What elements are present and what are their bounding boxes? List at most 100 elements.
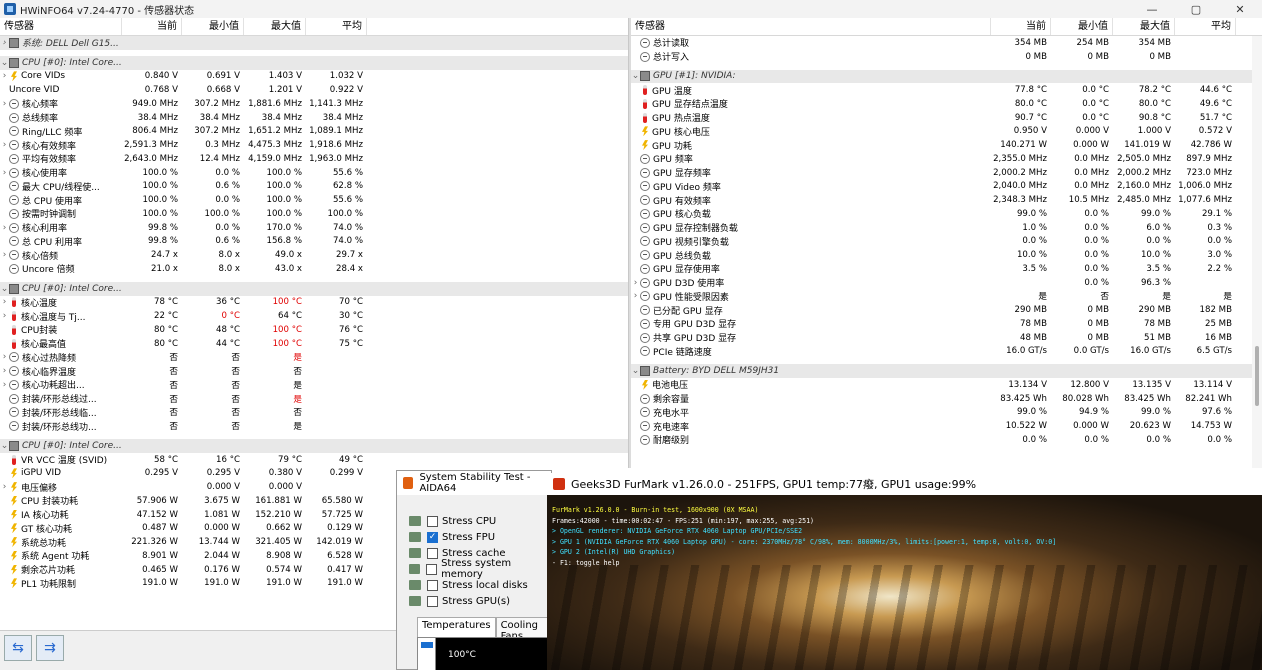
sensor-row[interactable]: › 核心倍频 24.7 x 8.0 x 49.0 x 29.7 x: [0, 248, 628, 262]
stress-checkbox[interactable]: [426, 563, 438, 575]
sensor-row[interactable]: 封装/环形总线过... 否 否 是: [0, 392, 628, 406]
expand-chevron-icon[interactable]: ›: [0, 482, 9, 492]
sensor-row[interactable]: GPU 总线负载 10.0 % 0.0 % 10.0 % 3.0 %: [631, 248, 1262, 262]
sensor-row[interactable]: 电池电压 13.134 V 12.800 V 13.135 V 13.114 V: [631, 378, 1262, 392]
layout-button[interactable]: ⇉: [36, 635, 64, 661]
sensor-row[interactable]: 共享 GPU D3D 显存 48 MB 0 MB 51 MB 16 MB: [631, 331, 1262, 345]
stress-option[interactable]: Stress system memory: [409, 558, 551, 580]
sensor-row[interactable]: 专用 GPU D3D 显存 78 MB 0 MB 78 MB 25 MB: [631, 317, 1262, 331]
sensor-row[interactable]: GPU 核心负载 99.0 % 0.0 % 99.0 % 29.1 %: [631, 207, 1262, 221]
sensor-row[interactable]: 按需时钟调制 100.0 % 100.0 % 100.0 % 100.0 %: [0, 207, 628, 221]
sensor-row[interactable]: GPU 功耗 140.271 W 0.000 W 141.019 W 42.786 W: [631, 138, 1262, 152]
sensor-row[interactable]: › 核心功耗超出... 否 否 是: [0, 378, 628, 392]
sensor-row[interactable]: Ring/LLC 频率 806.4 MHz 307.2 MHz 1,651.2 MHz…: [0, 125, 628, 139]
sensor-row[interactable]: › GPU D3D 使用率 0.0 % 96.3 %: [631, 276, 1262, 290]
sensor-row[interactable]: 总线频率 38.4 MHz 38.4 MHz 38.4 MHz 38.4 MHz: [0, 111, 628, 125]
furmark-window[interactable]: Geeks3D FurMark v1.26.0.0 - 251FPS, GPU1…: [547, 473, 1262, 670]
sensor-row[interactable]: GPU 显存频率 2,000.2 MHz 0.0 MHz 2,000.2 MHz 723…: [631, 166, 1262, 180]
column-current[interactable]: 当前: [122, 18, 182, 35]
expand-chevron-icon[interactable]: ⌄: [631, 71, 640, 81]
sensor-row[interactable]: 耐磨级别 0.0 % 0.0 % 0.0 % 0.0 %: [631, 433, 1262, 447]
sensor-row[interactable]: GPU 核心电压 0.950 V 0.000 V 1.000 V 0.572 V: [631, 125, 1262, 139]
sensor-group-header[interactable]: ⌄ GPU [#1]: NVIDIA:: [631, 69, 1262, 84]
sensor-row[interactable]: GPU 热点温度 90.7 °C 0.0 °C 90.8 °C 51.7 °C: [631, 111, 1262, 125]
sensor-group-header[interactable]: › 系统: DELL Dell G15...: [0, 36, 628, 50]
sensor-row[interactable]: › 核心临界温度 否 否 否: [0, 364, 628, 378]
column-current-right[interactable]: 当前: [991, 18, 1051, 35]
sensor-row[interactable]: GPU 显存使用率 3.5 % 0.0 % 3.5 % 2.2 %: [631, 262, 1262, 276]
stress-checkbox[interactable]: ✓: [427, 531, 438, 543]
expand-chevron-icon[interactable]: ⌄: [0, 284, 9, 294]
expand-chevron-icon[interactable]: ›: [0, 71, 9, 81]
sensor-row[interactable]: 已分配 GPU 显存 290 MB 0 MB 290 MB 182 MB: [631, 303, 1262, 317]
sensor-row[interactable]: 平均有效频率 2,643.0 MHz 12.4 MHz 4,159.0 MHz 1,96…: [0, 152, 628, 166]
column-sensor[interactable]: 传感器: [0, 18, 122, 35]
sensor-row[interactable]: GPU 视频引擎负载 0.0 % 0.0 % 0.0 % 0.0 %: [631, 235, 1262, 249]
column-min[interactable]: 最小值: [182, 18, 244, 35]
column-max-right[interactable]: 最大值: [1113, 18, 1175, 35]
swap-panes-button[interactable]: ⇆: [4, 635, 32, 661]
expand-chevron-icon[interactable]: ›: [0, 140, 9, 150]
sensor-row[interactable]: 充电水平 99.0 % 94.9 % 99.0 % 97.6 %: [631, 406, 1262, 420]
sensor-row[interactable]: › 核心过热降频 否 否 是: [0, 351, 628, 365]
sensor-group-header[interactable]: ⌄ CPU [#0]: Intel Core...: [0, 439, 628, 453]
sensor-row[interactable]: › GPU 性能受限因素 是 否 是 是: [631, 290, 1262, 304]
expand-chevron-icon[interactable]: ›: [0, 250, 9, 260]
column-avg[interactable]: 平均: [306, 18, 367, 35]
column-min-right[interactable]: 最小值: [1051, 18, 1113, 35]
sensor-row[interactable]: Uncore VID 0.768 V 0.668 V 1.201 V 0.922 V: [0, 83, 628, 97]
sensor-row[interactable]: › 核心利用率 99.8 % 0.0 % 170.0 % 74.0 %: [0, 221, 628, 235]
sensor-row[interactable]: 封装/环形总线临... 否 否 否: [0, 406, 628, 420]
stress-option[interactable]: Stress GPU(s): [409, 593, 551, 609]
sensor-row[interactable]: › 核心温度 78 °C 36 °C 100 °C 70 °C: [0, 296, 628, 310]
column-sensor-right[interactable]: 传感器: [631, 18, 991, 35]
sensor-row[interactable]: 封装/环形总线功... 否 否 是: [0, 419, 628, 433]
expand-chevron-icon[interactable]: ›: [0, 168, 9, 178]
sensor-pane-right[interactable]: 传感器 当前 最小值 最大值 平均 总计读取 354 MB 254 MB 354 MB…: [631, 18, 1262, 468]
stress-checkbox[interactable]: [427, 579, 438, 591]
stress-checkbox[interactable]: [427, 595, 438, 607]
sensor-row[interactable]: Uncore 倍频 21.0 x 8.0 x 43.0 x 28.4 x: [0, 262, 628, 276]
expand-chevron-icon[interactable]: ⌄: [0, 58, 9, 68]
expand-chevron-icon[interactable]: ›: [631, 291, 640, 301]
sensor-row[interactable]: GPU 显存结点温度 80.0 °C 0.0 °C 80.0 °C 49.6 °C: [631, 97, 1262, 111]
sensor-row[interactable]: 充电速率 10.522 W 0.000 W 20.623 W 14.753 W: [631, 419, 1262, 433]
column-avg-right[interactable]: 平均: [1175, 18, 1236, 35]
sensor-row[interactable]: › 核心频率 949.0 MHz 307.2 MHz 1,881.6 MHz 1,141.…: [0, 97, 628, 111]
sensor-row[interactable]: GPU 频率 2,355.0 MHz 0.0 MHz 2,505.0 MHz 897.9…: [631, 152, 1262, 166]
close-button[interactable]: ✕: [1218, 0, 1262, 18]
sensor-group-header[interactable]: ⌄ Battery: BYD DELL M59JH31: [631, 364, 1262, 378]
expand-chevron-icon[interactable]: ›: [0, 311, 9, 321]
sensor-row[interactable]: 总 CPU 使用率 100.0 % 0.0 % 100.0 % 55.6 %: [0, 193, 628, 207]
maximize-button[interactable]: ▢: [1174, 0, 1218, 18]
sensor-row[interactable]: GPU Video 频率 2,040.0 MHz 0.0 MHz 2,160.0 MH…: [631, 180, 1262, 194]
sensor-row[interactable]: › 核心温度与 Tj... 22 °C 0 °C 64 °C 30 °C: [0, 309, 628, 323]
sensor-row[interactable]: PCIe 链路速度 16.0 GT/s 0.0 GT/s 16.0 GT/s 6.5 G…: [631, 345, 1262, 359]
expand-chevron-icon[interactable]: ›: [0, 223, 9, 233]
sensor-row[interactable]: VR VCC 温度 (SVID) 58 °C 16 °C 79 °C 49 °C: [0, 453, 628, 467]
expand-chevron-icon[interactable]: ›: [0, 352, 9, 362]
sensor-row[interactable]: 剩余容量 83.425 Wh 80.028 Wh 83.425 Wh 82.241 Wh: [631, 392, 1262, 406]
graph-scroll-handle[interactable]: [418, 638, 436, 670]
sensor-group-header[interactable]: ⌄ CPU [#0]: Intel Core...: [0, 281, 628, 296]
sensor-row[interactable]: 总 CPU 利用率 99.8 % 0.6 % 156.8 % 74.0 %: [0, 235, 628, 249]
expand-chevron-icon[interactable]: ›: [0, 99, 9, 109]
sensor-row[interactable]: GPU 显存控制器负载 1.0 % 0.0 % 6.0 % 0.3 %: [631, 221, 1262, 235]
minimize-button[interactable]: —: [1130, 0, 1174, 18]
sensor-row[interactable]: 最大 CPU/线程使... 100.0 % 0.6 % 100.0 % 62.8 %: [0, 180, 628, 194]
sensor-row[interactable]: › 核心有效频率 2,591.3 MHz 0.3 MHz 4,475.3 MHz 1,91…: [0, 138, 628, 152]
stress-option[interactable]: Stress CPU: [409, 513, 551, 529]
stress-checkbox[interactable]: [427, 547, 438, 559]
expand-chevron-icon[interactable]: ›: [0, 366, 9, 376]
expand-chevron-icon[interactable]: ⌄: [0, 441, 9, 451]
expand-chevron-icon[interactable]: ⌄: [631, 366, 640, 376]
sensor-row[interactable]: 总计写入 0 MB 0 MB 0 MB: [631, 50, 1262, 64]
sensor-group-header[interactable]: ⌄ CPU [#0]: Intel Core...: [0, 55, 628, 70]
sensor-row[interactable]: 核心最高值 80 °C 44 °C 100 °C 75 °C: [0, 337, 628, 351]
column-max[interactable]: 最大值: [244, 18, 306, 35]
sensor-row[interactable]: › 核心使用率 100.0 % 0.0 % 100.0 % 55.6 %: [0, 166, 628, 180]
sensor-row[interactable]: › Core VIDs 0.840 V 0.691 V 1.403 V 1.032 V: [0, 70, 628, 84]
expand-chevron-icon[interactable]: ›: [0, 297, 9, 307]
sensor-row[interactable]: CPU封装 80 °C 48 °C 100 °C 76 °C: [0, 323, 628, 337]
sensor-row[interactable]: GPU 温度 77.8 °C 0.0 °C 78.2 °C 44.6 °C: [631, 83, 1262, 97]
